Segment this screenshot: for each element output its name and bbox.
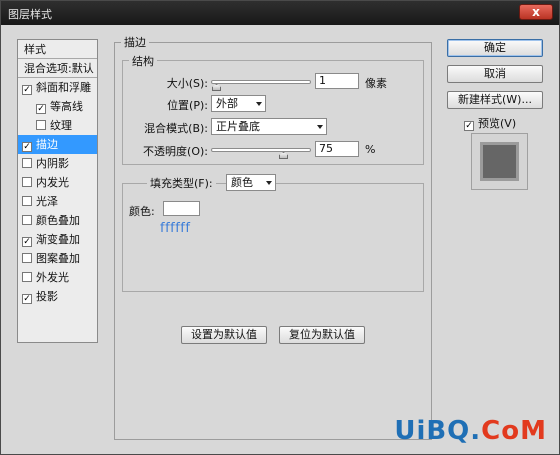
size-slider[interactable] [211, 80, 311, 91]
color-swatch[interactable] [163, 201, 200, 216]
position-select[interactable]: 外部 [211, 95, 266, 112]
style-list: 样式 混合选项:默认 ✓ 斜面和浮雕 ✓ 等高线纹理 ✓ 描边内阴影内发光光泽颜色叠加 ✓ 渐… [17, 39, 98, 343]
style-item-checkbox[interactable]: ✓ [22, 237, 32, 247]
blend-mode-value: 正片叠底 [216, 120, 260, 133]
preview-label: 预览(V) [478, 117, 517, 130]
watermark-part2: CoM [481, 416, 547, 446]
position-label: 位置(P): [167, 99, 208, 112]
blending-options-item[interactable]: 混合选项:默认 [18, 59, 97, 78]
fill-type-select[interactable]: 颜色 [226, 174, 276, 191]
style-item-label: 外发光 [36, 271, 69, 284]
stroke-section-title: 描边 [121, 34, 149, 50]
style-item-label: 描边 [36, 138, 58, 151]
title-bar[interactable]: 图层样式 x [1, 1, 559, 25]
style-item-label: 纹理 [50, 119, 72, 132]
structure-group: 结构 大小(S): 1 像素 位置(P): 外部 混合模式(B): 正片叠底 不… [122, 53, 424, 165]
style-item[interactable]: ✓ 渐变叠加 [18, 230, 97, 249]
style-item-label: 图案叠加 [36, 252, 80, 265]
position-value: 外部 [216, 97, 238, 110]
ok-button[interactable]: 确定 [447, 39, 543, 57]
blend-mode-select[interactable]: 正片叠底 [211, 118, 327, 135]
close-button[interactable]: x [519, 4, 553, 20]
size-slider-thumb[interactable] [212, 84, 221, 91]
style-item-label: 渐变叠加 [36, 233, 80, 246]
style-item-checkbox[interactable]: ✓ [22, 85, 32, 95]
dialog-body: 样式 混合选项:默认 ✓ 斜面和浮雕 ✓ 等高线纹理 ✓ 描边内阴影内发光光泽颜色叠加 ✓ 渐… [1, 25, 559, 454]
style-item-checkbox[interactable]: ✓ [22, 142, 32, 152]
preview-checkbox[interactable]: ✓ [464, 121, 474, 131]
blend-mode-label: 混合模式(B): [144, 122, 208, 135]
opacity-label: 不透明度(O): [143, 145, 208, 158]
style-item-checkbox[interactable] [36, 120, 46, 130]
style-item[interactable]: 纹理 [18, 116, 97, 135]
layer-style-dialog: 图层样式 x 样式 混合选项:默认 ✓ 斜面和浮雕 ✓ 等高线纹理 ✓ 描边内阴影内发光光… [0, 0, 560, 455]
opacity-slider[interactable] [211, 148, 311, 159]
style-item-label: 等高线 [50, 100, 83, 113]
color-label: 颜色: [129, 205, 155, 218]
style-item-label: 内发光 [36, 176, 69, 189]
style-item[interactable]: 内发光 [18, 173, 97, 192]
color-hex-note: ffffff [160, 221, 191, 236]
style-item-checkbox[interactable]: ✓ [22, 294, 32, 304]
opacity-input[interactable]: 75 [315, 141, 359, 157]
style-item-checkbox[interactable] [22, 196, 32, 206]
cancel-button[interactable]: 取消 [447, 65, 543, 83]
style-item-label: 投影 [36, 290, 58, 303]
style-item[interactable]: 外发光 [18, 268, 97, 287]
style-item-label: 颜色叠加 [36, 214, 80, 227]
style-item[interactable]: 图案叠加 [18, 249, 97, 268]
preview-thumbnail [483, 145, 516, 178]
style-item[interactable]: ✓ 描边 [18, 135, 97, 154]
style-item-checkbox[interactable] [22, 253, 32, 263]
style-item-label: 光泽 [36, 195, 58, 208]
preview-toggle[interactable]: ✓ 预览(V) [464, 115, 516, 131]
opacity-slider-thumb[interactable] [279, 152, 288, 159]
style-item[interactable]: 颜色叠加 [18, 211, 97, 230]
fill-type-label: 填充类型(F): [147, 175, 216, 191]
style-item[interactable]: ✓ 斜面和浮雕 [18, 78, 97, 97]
chevron-down-icon [317, 125, 323, 129]
stroke-panel: 描边 结构 大小(S): 1 像素 位置(P): 外部 混合模式(B): 正片叠… [114, 34, 432, 440]
fill-type-value: 颜色 [231, 176, 253, 189]
style-item[interactable]: ✓ 投影 [18, 287, 97, 306]
fill-group: 填充类型(F): 颜色 颜色: ffffff [122, 174, 424, 292]
style-item-checkbox[interactable] [22, 272, 32, 282]
set-default-button[interactable]: 设置为默认值 [181, 326, 267, 344]
style-item-checkbox[interactable] [22, 177, 32, 187]
watermark-logo: UiBQ.CoM [394, 416, 547, 446]
style-item-checkbox[interactable]: ✓ [36, 104, 46, 114]
opacity-unit: % [365, 143, 376, 156]
style-item[interactable]: ✓ 等高线 [18, 97, 97, 116]
structure-title: 结构 [129, 53, 157, 69]
style-item-checkbox[interactable] [22, 158, 32, 168]
style-preview [471, 133, 528, 190]
style-item[interactable]: 光泽 [18, 192, 97, 211]
size-input[interactable]: 1 [315, 73, 359, 89]
size-label: 大小(S): [166, 77, 208, 90]
style-item-checkbox[interactable] [22, 215, 32, 225]
style-list-header[interactable]: 样式 [18, 40, 97, 59]
style-item[interactable]: 内阴影 [18, 154, 97, 173]
reset-default-button[interactable]: 复位为默认值 [279, 326, 365, 344]
new-style-button[interactable]: 新建样式(W)... [447, 91, 543, 109]
style-item-label: 内阴影 [36, 157, 69, 170]
size-unit: 像素 [365, 77, 387, 90]
window-title: 图层样式 [8, 8, 52, 21]
style-item-label: 斜面和浮雕 [36, 81, 91, 94]
watermark-part1: UiBQ. [394, 416, 482, 446]
chevron-down-icon [256, 102, 262, 106]
chevron-down-icon [266, 181, 272, 185]
